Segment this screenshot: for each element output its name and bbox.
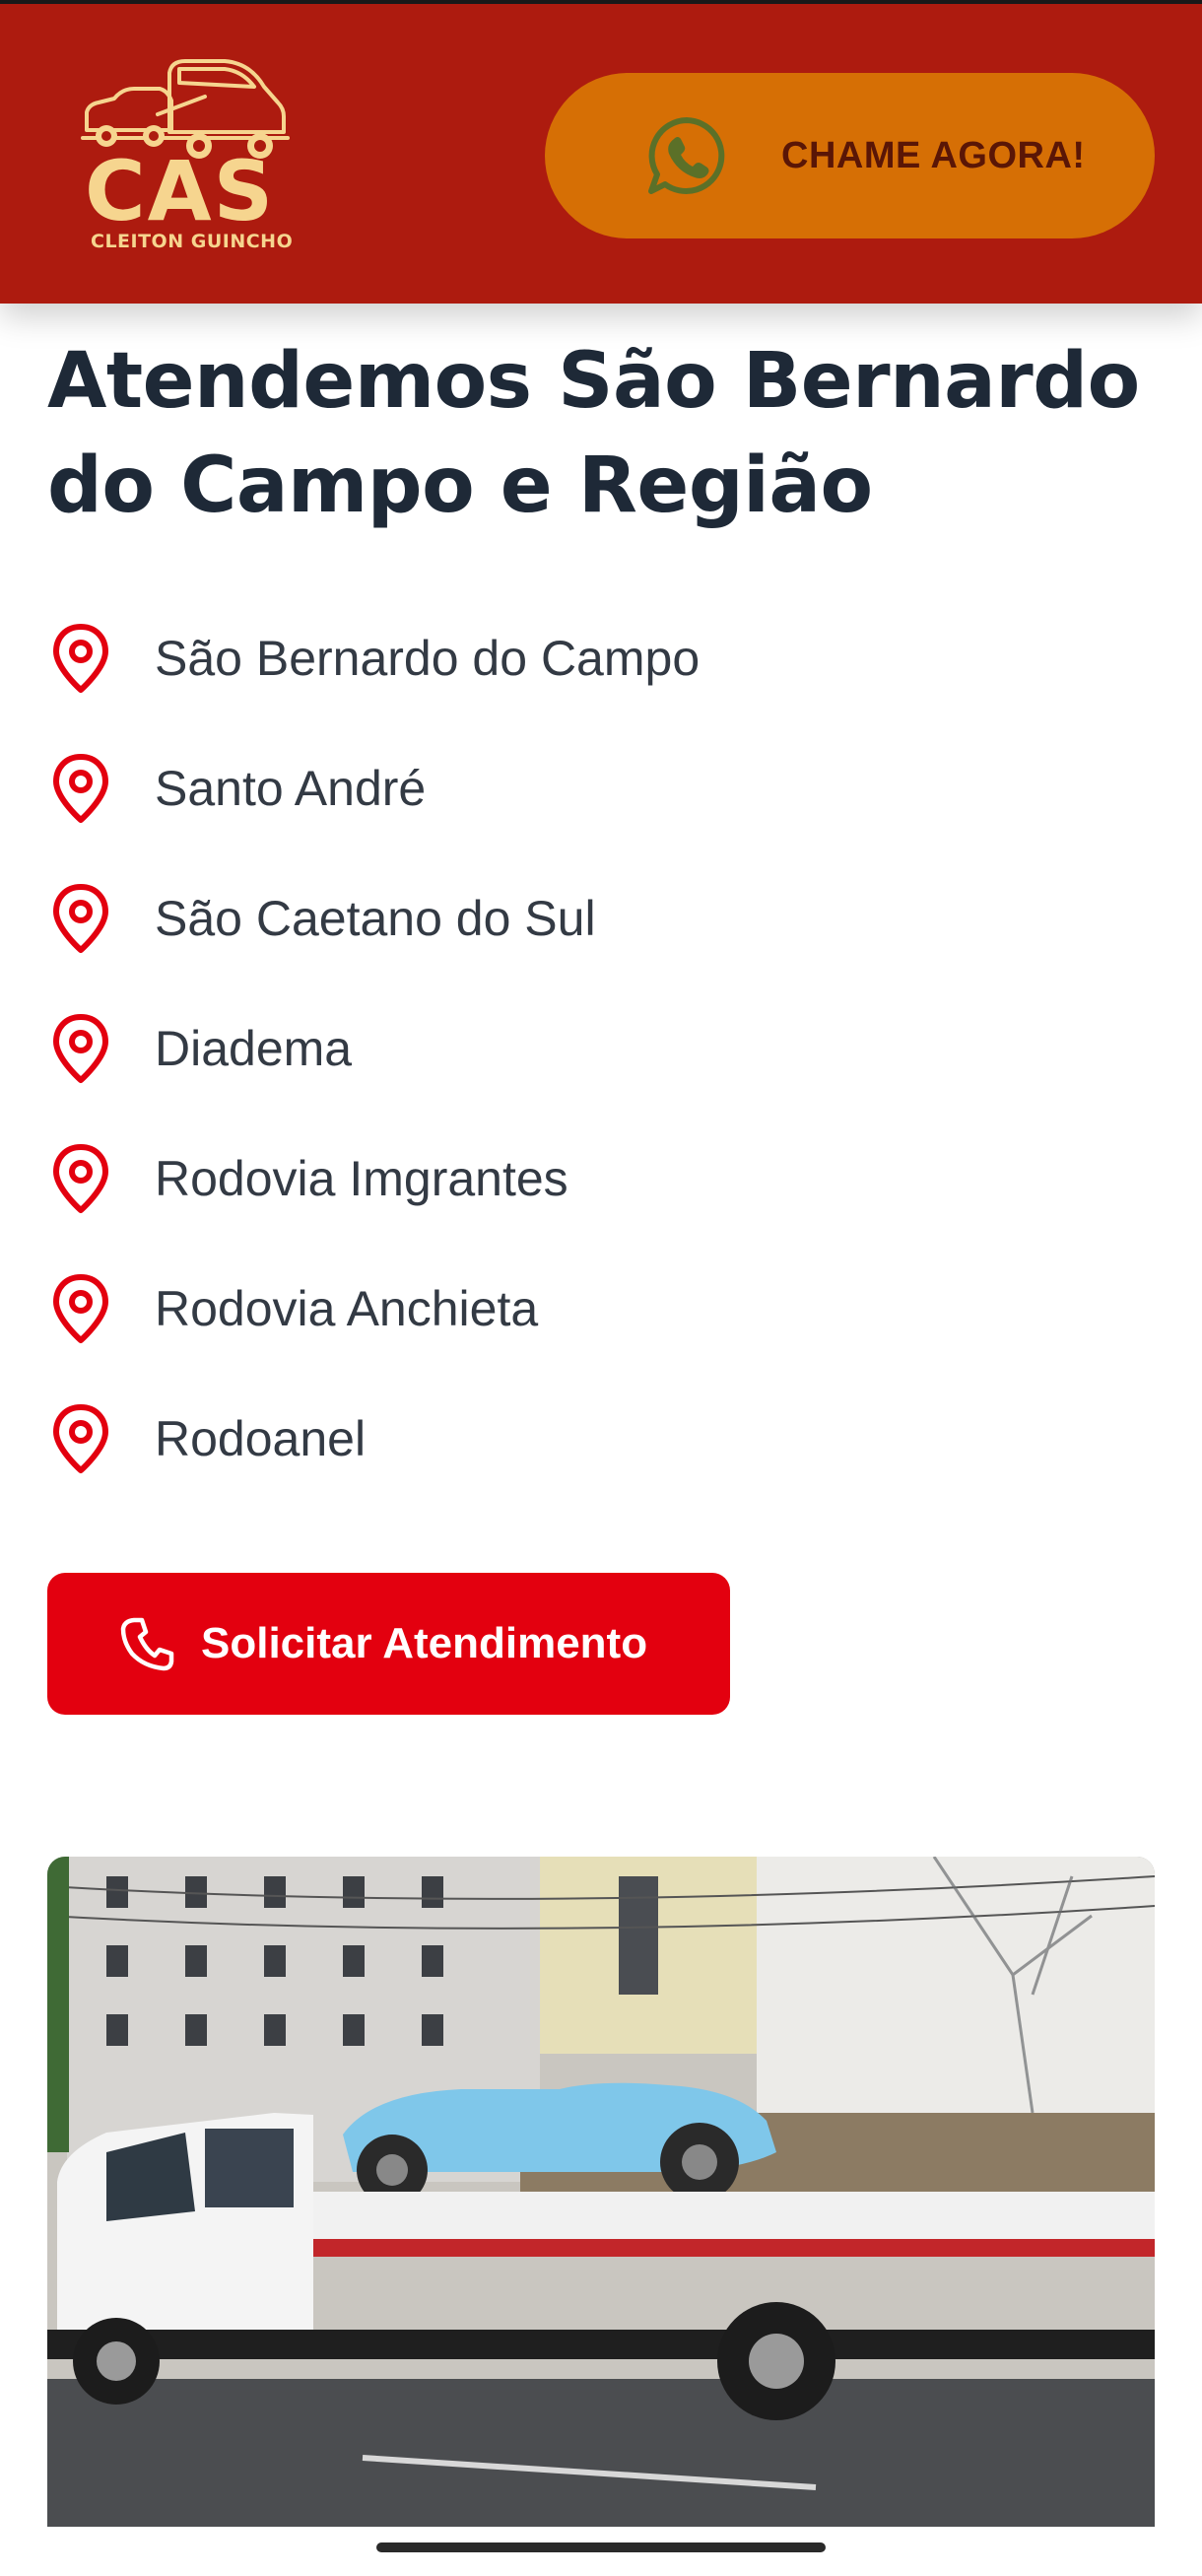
map-pin-icon [53,1144,108,1213]
solicitar-atendimento-button[interactable]: Solicitar Atendimento [47,1573,730,1715]
list-item: São Bernardo do Campo [47,611,1161,741]
tow-truck-photo [47,1857,1155,2527]
whatsapp-icon [648,117,725,194]
map-pin-icon [53,754,108,823]
location-label: Rodovia Anchieta [155,1281,539,1336]
list-item: Santo André [47,741,1161,871]
location-label: São Bernardo do Campo [155,631,701,686]
list-item: São Caetano do Sul [47,871,1161,1001]
page: CAS CLEITON GUINCHO CHAME AGORA! Atendem… [0,0,1202,2576]
solicitar-atendimento-label: Solicitar Atendimento [201,1619,648,1667]
location-label: Diadema [155,1021,353,1076]
page-title: Atendemos São Bernardo do Campo e Região [47,337,1140,530]
chame-agora-label: CHAME AGORA! [781,135,1086,176]
home-indicator[interactable] [376,2542,826,2552]
logo-tagline: CLEITON GUINCHO [91,231,294,252]
location-label: Santo André [155,761,427,816]
phone-icon [120,1617,174,1671]
map-pin-icon [53,1274,108,1343]
list-item: Rodovia Anchieta [47,1261,1161,1391]
logo[interactable]: CAS CLEITON GUINCHO [47,53,353,268]
list-item: Diadema [47,1001,1161,1131]
map-pin-icon [53,624,108,693]
map-pin-icon [53,884,108,953]
logo-brand: CAS [85,143,276,239]
location-label: Rodoanel [155,1411,367,1466]
map-pin-icon [53,1014,108,1083]
location-label: Rodovia Imgrantes [155,1151,568,1206]
chame-agora-button[interactable]: CHAME AGORA! [545,73,1155,238]
site-header: CAS CLEITON GUINCHO CHAME AGORA! [0,4,1202,304]
tow-truck-photo-illustration [47,1857,1155,2527]
map-pin-icon [53,1404,108,1473]
location-list: São Bernardo do Campo Santo André São Ca… [47,611,1161,1522]
list-item: Rodoanel [47,1391,1161,1522]
list-item: Rodovia Imgrantes [47,1131,1161,1261]
location-label: São Caetano do Sul [155,891,596,946]
